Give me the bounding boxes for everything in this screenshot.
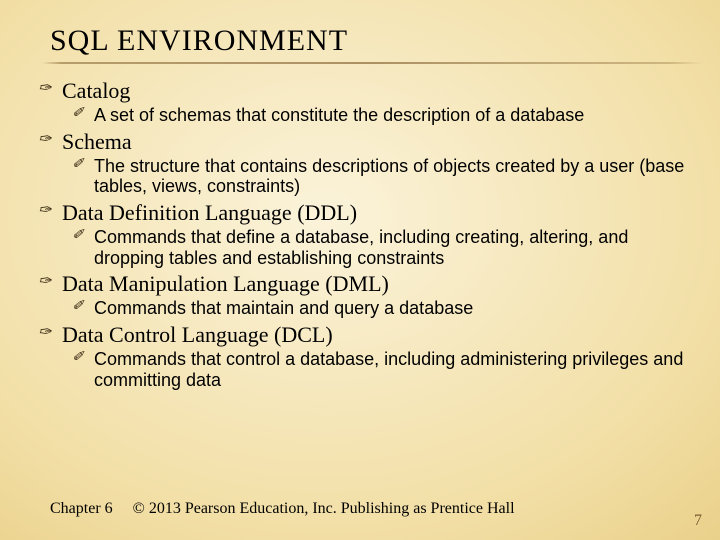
footer: Chapter 6 © 2013 Pearson Education, Inc.… bbox=[50, 500, 515, 518]
term-label: Data Control Language (DCL) bbox=[62, 322, 333, 348]
slide: SQL ENVIRONMENT ✑ Catalog ✐ A set of sch… bbox=[0, 0, 720, 540]
chapter-label: Chapter 6 bbox=[50, 500, 113, 518]
term-label: Data Manipulation Language (DML) bbox=[62, 271, 389, 297]
term-label: Schema bbox=[62, 129, 132, 155]
pen-bullet-icon: ✑ bbox=[38, 322, 62, 344]
pen-sub-bullet-icon: ✐ bbox=[72, 349, 94, 368]
pen-sub-bullet-icon: ✐ bbox=[72, 156, 94, 175]
content-area: ✑ Catalog ✐ A set of schemas that consti… bbox=[0, 64, 720, 390]
pen-bullet-icon: ✑ bbox=[38, 78, 62, 100]
slide-title: SQL ENVIRONMENT bbox=[50, 24, 720, 58]
list-item: ✑ Schema ✐ The structure that contains d… bbox=[38, 129, 690, 197]
pen-sub-bullet-icon: ✐ bbox=[72, 105, 94, 124]
pen-bullet-icon: ✑ bbox=[38, 129, 62, 151]
term-description: Commands that control a database, includ… bbox=[94, 349, 690, 390]
pen-bullet-icon: ✑ bbox=[38, 271, 62, 293]
term-description: The structure that contains descriptions… bbox=[94, 156, 690, 197]
term-label: Catalog bbox=[62, 78, 130, 104]
term-description: A set of schemas that constitute the des… bbox=[94, 105, 584, 126]
page-number: 7 bbox=[694, 512, 702, 530]
pen-bullet-icon: ✑ bbox=[38, 200, 62, 222]
list-item: ✑ Data Manipulation Language (DML) ✐ Com… bbox=[38, 271, 690, 319]
term-label: Data Definition Language (DDL) bbox=[62, 200, 357, 226]
pen-sub-bullet-icon: ✐ bbox=[72, 298, 94, 317]
list-item: ✑ Data Definition Language (DDL) ✐ Comma… bbox=[38, 200, 690, 268]
pen-sub-bullet-icon: ✐ bbox=[72, 227, 94, 246]
copyright-text: © 2013 Pearson Education, Inc. Publishin… bbox=[133, 500, 515, 518]
term-description: Commands that maintain and query a datab… bbox=[94, 298, 473, 319]
term-description: Commands that define a database, includi… bbox=[94, 227, 690, 268]
list-item: ✑ Catalog ✐ A set of schemas that consti… bbox=[38, 78, 690, 126]
list-item: ✑ Data Control Language (DCL) ✐ Commands… bbox=[38, 322, 690, 390]
